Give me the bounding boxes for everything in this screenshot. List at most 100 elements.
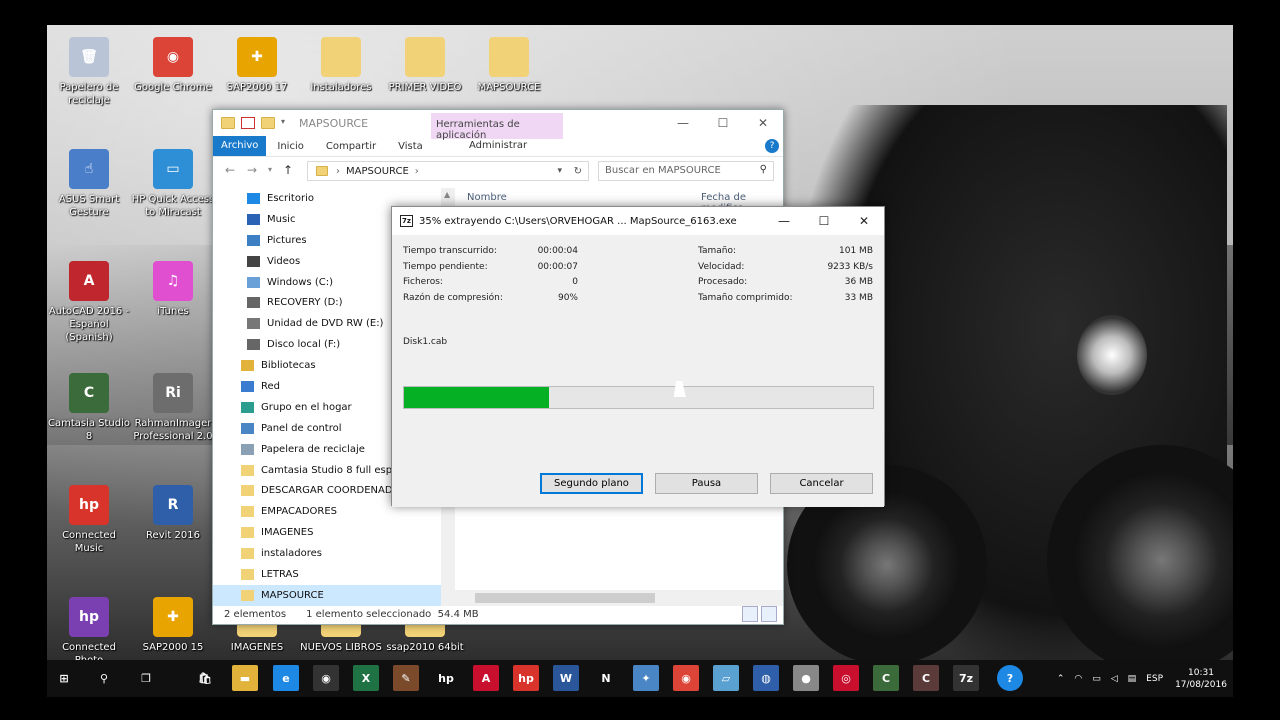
maximize-button[interactable]: ☐: [703, 110, 743, 136]
recent-locations-icon[interactable]: ▾: [263, 165, 277, 174]
large-icons-view-icon[interactable]: [761, 606, 777, 622]
desktop-icon-11[interactable]: Ri RahmanImager Professional 2.0: [131, 369, 215, 459]
libraries-icon: [241, 360, 254, 372]
explorer-title-bar[interactable]: ▾ MAPSOURCE Herramientas de aplicación —…: [213, 110, 783, 141]
minimize-button[interactable]: —: [663, 110, 703, 136]
file-explorer-icon[interactable]: ▬: [232, 665, 258, 691]
desktop-icon-9[interactable]: ♫ iTunes: [131, 257, 215, 347]
start-icon[interactable]: ⊞: [51, 665, 77, 691]
refresh-icon[interactable]: ↻: [574, 166, 582, 177]
nav-item[interactable]: IMAGENES: [213, 522, 441, 543]
search-icon[interactable]: ⚲: [760, 164, 767, 175]
dialog-title: 35% extrayendo C:\Users\ORVEHOGAR ... Ma…: [419, 215, 737, 227]
glass-icon[interactable]: ▱: [713, 665, 739, 691]
dialog-title-bar[interactable]: 7z 35% extrayendo C:\Users\ORVEHOGAR ...…: [392, 207, 884, 235]
camtasia-icon[interactable]: C: [873, 665, 899, 691]
record-icon[interactable]: ◎: [833, 665, 859, 691]
new-folder-icon[interactable]: [261, 117, 275, 129]
background-button[interactable]: Segundo plano: [540, 473, 643, 494]
nav-item-label: Windows (C:): [267, 276, 333, 288]
tab-archivo[interactable]: Archivo: [213, 136, 267, 156]
excel-icon[interactable]: X: [353, 665, 379, 691]
desktop-icon-0[interactable]: 🗑 Papelero de reciclaje: [47, 33, 131, 123]
acrobat-icon[interactable]: A: [473, 665, 499, 691]
maximize-button[interactable]: ☐: [804, 207, 844, 235]
hp-icon[interactable]: hp: [433, 665, 459, 691]
minimize-button[interactable]: —: [764, 207, 804, 235]
tab-inicio[interactable]: Inicio: [266, 141, 314, 152]
desktop-icon-label: SAP2000 15: [142, 642, 204, 653]
store-icon[interactable]: 🛍: [192, 665, 218, 691]
pictures-icon: [247, 234, 260, 246]
camtasia-recorder-icon[interactable]: C: [913, 665, 939, 691]
tab-administrar[interactable]: Administrar: [469, 140, 527, 151]
notifications-icon[interactable]: ▤: [1128, 674, 1137, 684]
tab-vista[interactable]: Vista: [387, 141, 434, 152]
wifi-icon[interactable]: ◠: [1074, 674, 1082, 684]
7zip-icon[interactable]: 7z: [953, 665, 979, 691]
stat-label: Velocidad:: [698, 261, 745, 272]
edge-icon[interactable]: e: [273, 665, 299, 691]
scrollbar-thumb[interactable]: [475, 593, 655, 603]
desktop-icon-12[interactable]: hp Connected Music: [47, 481, 131, 571]
chrome-icon[interactable]: ◉: [673, 665, 699, 691]
stat-label: Tiempo transcurrido:: [403, 246, 497, 256]
desktop-icon-10[interactable]: C Camtasia Studio 8: [47, 369, 131, 459]
nav-item[interactable]: instaladores: [213, 543, 441, 564]
cancel-button[interactable]: Cancelar: [770, 473, 873, 494]
app-icon: ♫: [153, 261, 193, 301]
desktop-icon-6[interactable]: ☝ ASUS Smart Gesture: [47, 145, 131, 235]
word-icon[interactable]: W: [553, 665, 579, 691]
tab-compartir[interactable]: Compartir: [315, 141, 387, 152]
nav-item-label: IMAGENES: [261, 527, 314, 539]
input-language[interactable]: ESP: [1146, 674, 1163, 684]
address-bar[interactable]: › MAPSOURCE › ▾ ↻: [307, 161, 589, 181]
task-view-icon[interactable]: ❐: [133, 665, 159, 691]
desktop-icon-8[interactable]: A AutoCAD 2016 - Español (Spanish): [47, 257, 131, 347]
stat-value: 36 MB: [844, 277, 873, 288]
scroll-up-icon[interactable]: ▲: [444, 190, 450, 199]
dvd-icon: [247, 318, 260, 330]
nav-item[interactable]: LETRAS: [213, 564, 441, 585]
volume-icon[interactable]: ◁: [1111, 674, 1118, 684]
webcam-icon[interactable]: ◉: [313, 665, 339, 691]
desktop-icon-14[interactable]: hp Connected Photo: [47, 593, 131, 660]
up-arrow-icon[interactable]: ↑: [277, 163, 299, 177]
help-icon[interactable]: ?: [765, 139, 779, 153]
app-icon: Ri: [153, 373, 193, 413]
close-button[interactable]: ✕: [844, 207, 884, 235]
details-view-icon[interactable]: [742, 606, 758, 622]
videos-icon: [247, 255, 260, 267]
extraction-progress-dialog[interactable]: 7z 35% extrayendo C:\Users\ORVEHOGAR ...…: [391, 206, 885, 507]
nav-item-label: Bibliotecas: [261, 360, 316, 372]
media-icon[interactable]: ✦: [633, 665, 659, 691]
nav-item[interactable]: MAPSOURCE: [213, 584, 441, 606]
netflix-icon[interactable]: N: [593, 665, 619, 691]
paint-icon[interactable]: ✎: [393, 665, 419, 691]
customize-toolbar-icon[interactable]: ▾: [281, 117, 289, 129]
connected-music-icon[interactable]: hp: [513, 665, 539, 691]
desktop-icon-15[interactable]: ✚ SAP2000 15: [131, 593, 215, 660]
forward-arrow-icon[interactable]: →: [241, 163, 263, 177]
show-hidden-icons-icon[interactable]: ⌃: [1057, 674, 1065, 684]
pause-button[interactable]: Pausa: [655, 473, 758, 494]
nav-item-label: Music: [267, 213, 296, 225]
desktop-icon-1[interactable]: ◉ Google Chrome: [131, 33, 215, 123]
search-icon[interactable]: ⚲: [91, 665, 117, 691]
search-input[interactable]: Buscar en MAPSOURCE ⚲: [598, 161, 774, 181]
sphere-icon[interactable]: ●: [793, 665, 819, 691]
column-header-name[interactable]: Nombre: [467, 192, 507, 203]
globe-icon[interactable]: ◍: [753, 665, 779, 691]
back-arrow-icon[interactable]: ←: [219, 163, 241, 177]
breadcrumb-mapsource[interactable]: MAPSOURCE: [346, 166, 409, 177]
desktop-icon-label: ssap2010 64bit: [386, 642, 464, 653]
clock[interactable]: 10:31 17/08/2016: [1169, 667, 1233, 691]
desktop-icon-13[interactable]: R Revit 2016: [131, 481, 215, 571]
close-button[interactable]: ✕: [743, 110, 783, 136]
battery-icon[interactable]: ▭: [1092, 674, 1101, 684]
item-count: 2 elementos: [224, 608, 287, 620]
address-dropdown-icon[interactable]: ▾: [557, 166, 562, 176]
help-icon[interactable]: ?: [997, 665, 1023, 691]
desktop-icon-7[interactable]: ▭ HP Quick Access to Miracast: [131, 145, 215, 235]
properties-icon[interactable]: [241, 117, 255, 129]
